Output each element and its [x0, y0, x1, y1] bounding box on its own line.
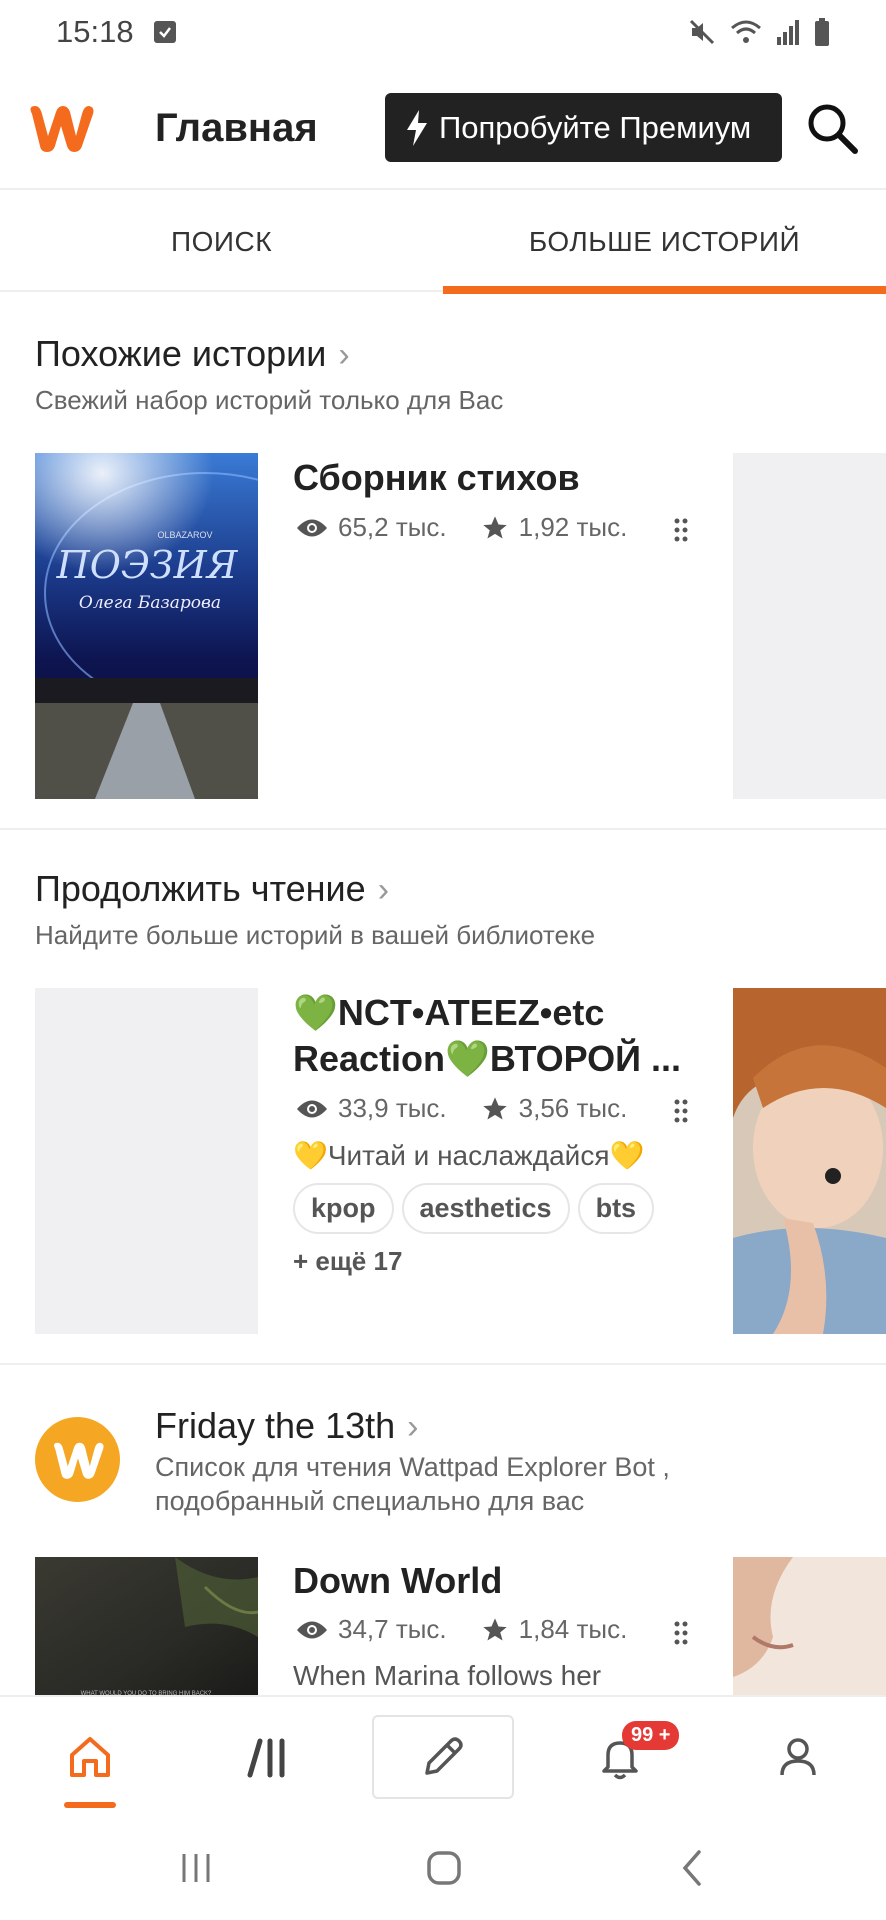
pencil-icon — [425, 1737, 463, 1775]
status-icons — [688, 18, 830, 46]
section-title-similar[interactable]: Похожие истории › — [35, 333, 350, 375]
drag-handle-icon[interactable] — [673, 1098, 689, 1129]
app-header: Главная Попробуйте Премиум — [0, 70, 886, 190]
eye-icon — [297, 1621, 327, 1638]
active-tab-indicator — [64, 1802, 116, 1808]
tabs: ПОИСК БОЛЬШЕ ИСТОРИЙ — [0, 192, 886, 294]
library-icon — [247, 1738, 285, 1778]
eye-icon — [297, 519, 327, 536]
tab-more-stories[interactable]: БОЛЬШЕ ИСТОРИЙ — [443, 192, 886, 294]
nav-notifications[interactable]: 99 + — [560, 1697, 680, 1817]
views-count: 33,9 тыс. — [338, 1093, 447, 1123]
tag-chip[interactable]: bts — [577, 1183, 655, 1234]
back-button[interactable] — [632, 1815, 752, 1920]
profile-icon — [780, 1738, 816, 1776]
try-premium-button[interactable]: Попробуйте Премиум — [385, 93, 782, 162]
cover-author: Олега Базарова — [79, 593, 221, 613]
nav-home[interactable] — [30, 1697, 150, 1817]
tag-chip[interactable]: kpop — [293, 1183, 394, 1234]
signal-icon — [777, 20, 799, 45]
next-story-card[interactable] — [733, 988, 886, 1334]
wattpad-logo-icon[interactable] — [26, 100, 96, 161]
story-stats: 65,2 тыс. 1,92 тыс. — [296, 512, 661, 543]
wifi-icon — [731, 20, 761, 43]
chevron-right-icon: › — [377, 871, 390, 909]
notification-badge: 99 + — [622, 1721, 680, 1750]
story-title-line2: Reaction💚ВТОРОЙ ... — [293, 1038, 682, 1079]
chevron-right-icon: › — [338, 336, 350, 374]
story-stats: 34,7 тыс. 1,84 тыс. — [296, 1614, 661, 1645]
battery-icon — [815, 18, 829, 46]
story-title[interactable]: Down World — [293, 1558, 693, 1604]
story-title[interactable]: Сборник стихов — [293, 455, 693, 501]
back-chevron-icon — [682, 1849, 701, 1886]
star-icon — [482, 1617, 507, 1640]
story-cover-placeholder[interactable] — [35, 988, 258, 1334]
star-icon — [482, 1096, 507, 1119]
section-subtitle: Свежий набор историй только для Вас — [35, 385, 504, 415]
section-title-text: Похожие истории — [35, 333, 327, 374]
eye-icon — [297, 1100, 327, 1117]
drag-handle-icon[interactable] — [673, 517, 689, 548]
next-story-card[interactable] — [733, 453, 886, 799]
drag-handle-icon[interactable] — [673, 1620, 689, 1651]
cover-author-latin: OLBAZAROV — [157, 530, 212, 540]
section-title-friday[interactable]: Friday the 13th › — [155, 1405, 418, 1447]
tag-chip[interactable]: aesthetics — [401, 1183, 570, 1234]
story-title[interactable]: 💚NCT•ATEEZ•etc Reaction💚ВТОРОЙ ... — [293, 990, 693, 1082]
mute-icon — [689, 19, 715, 45]
section-title-continue[interactable]: Продолжить чтение › — [35, 868, 389, 910]
cover-title: ПОЭЗИЯ — [56, 543, 239, 587]
story-cover-down-world[interactable]: WHAT WOULD YOU DO TO BRING HIM BACK? — [35, 1557, 258, 1697]
section-subtitle: Найдите больше историй в вашей библиотек… — [35, 920, 596, 950]
search-icon[interactable] — [804, 100, 860, 161]
more-tags-link[interactable]: + ещё 17 — [293, 1246, 402, 1277]
chevron-right-icon: › — [407, 1408, 419, 1446]
page-title: Главная — [155, 106, 318, 150]
story-description: 💛Читай и наслаждайся💛 — [293, 1140, 645, 1171]
tab-search[interactable]: ПОИСК — [0, 192, 443, 292]
story-cover-poetry[interactable]: OLBAZAROV ПОЭЗИЯ Олега Базарова — [35, 453, 258, 799]
nav-profile[interactable] — [738, 1697, 858, 1817]
section-subtitle: Список для чтения Wattpad Explorer Bot ,… — [155, 1452, 670, 1516]
section-title-text: Продолжить чтение — [35, 868, 366, 909]
votes-count: 1,84 тыс. — [518, 1614, 628, 1644]
star-icon — [482, 515, 507, 538]
status-bar: 15:18 — [0, 0, 886, 70]
votes-count: 3,56 тыс. — [518, 1093, 628, 1123]
premium-label: Попробуйте Премиум — [439, 109, 752, 145]
story-description: When Marina follows her — [293, 1660, 602, 1691]
votes-count: 1,92 тыс. — [518, 512, 628, 542]
story-tags: kpop aesthetics bts — [293, 1183, 655, 1234]
views-count: 65,2 тыс. — [338, 512, 447, 542]
checkbox-notification-icon — [154, 21, 176, 43]
section-divider — [0, 1363, 886, 1365]
section-divider — [0, 828, 886, 830]
home-icon — [70, 1737, 110, 1777]
home-circle-icon — [427, 1850, 461, 1885]
section-title-text: Friday the 13th — [155, 1405, 396, 1446]
story-stats: 33,9 тыс. 3,56 тыс. — [296, 1093, 661, 1124]
recent-apps-icon — [182, 1853, 210, 1882]
nav-write[interactable] — [372, 1697, 514, 1817]
next-story-card[interactable] — [733, 1557, 886, 1697]
nav-library[interactable] — [208, 1697, 328, 1817]
status-time: 15:18 — [56, 14, 134, 49]
home-system-button[interactable] — [384, 1815, 504, 1920]
story-title-line1: 💚NCT•ATEEZ•etc — [293, 992, 605, 1033]
views-count: 34,7 тыс. — [338, 1614, 447, 1644]
system-nav-bar — [0, 1815, 886, 1920]
recent-apps-button[interactable] — [136, 1815, 256, 1920]
bottom-nav: 99 + — [0, 1695, 886, 1815]
wattpad-logo-icon — [53, 1442, 104, 1479]
reading-list-avatar[interactable] — [35, 1417, 120, 1502]
lightning-icon — [407, 109, 427, 146]
